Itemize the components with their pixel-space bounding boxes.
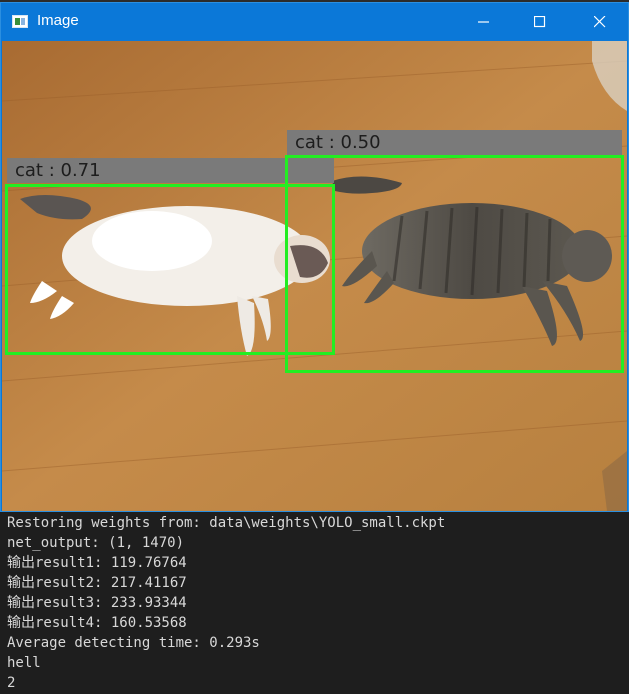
console-line: Average detecting time: 0.293s	[7, 635, 260, 651]
maximize-button[interactable]	[517, 3, 563, 41]
detection-box-2	[285, 155, 624, 373]
minimize-icon	[478, 21, 489, 23]
window-title: Image	[37, 12, 79, 29]
detection-label-2: cat : 0.50	[287, 130, 622, 155]
console-line: hell	[7, 655, 41, 671]
console-line: net_output: (1, 1470)	[7, 535, 185, 551]
image-canvas: cat : 0.71 cat : 0.50	[2, 41, 627, 511]
minimize-button[interactable]	[461, 3, 507, 41]
console-line: 输出result4: 160.53568	[7, 615, 187, 631]
console-line: 2	[7, 675, 16, 691]
console-line: 输出result2: 217.41167	[7, 575, 187, 591]
console-line: Restoring weights from: data\weights\YOL…	[7, 515, 446, 531]
title-bar[interactable]: Image	[1, 3, 628, 41]
image-window: Image cat: 0.71 cat: 0.50	[0, 2, 629, 512]
console-line: 输出result3: 233.93344	[7, 595, 187, 611]
close-button[interactable]	[577, 3, 623, 41]
maximize-icon	[534, 16, 546, 28]
console-line: 输出result1: 119.76764	[7, 555, 187, 571]
console-output[interactable]: Restoring weights from: data\weights\YOL…	[0, 512, 629, 694]
app-icon	[12, 15, 28, 28]
close-icon	[594, 16, 606, 28]
